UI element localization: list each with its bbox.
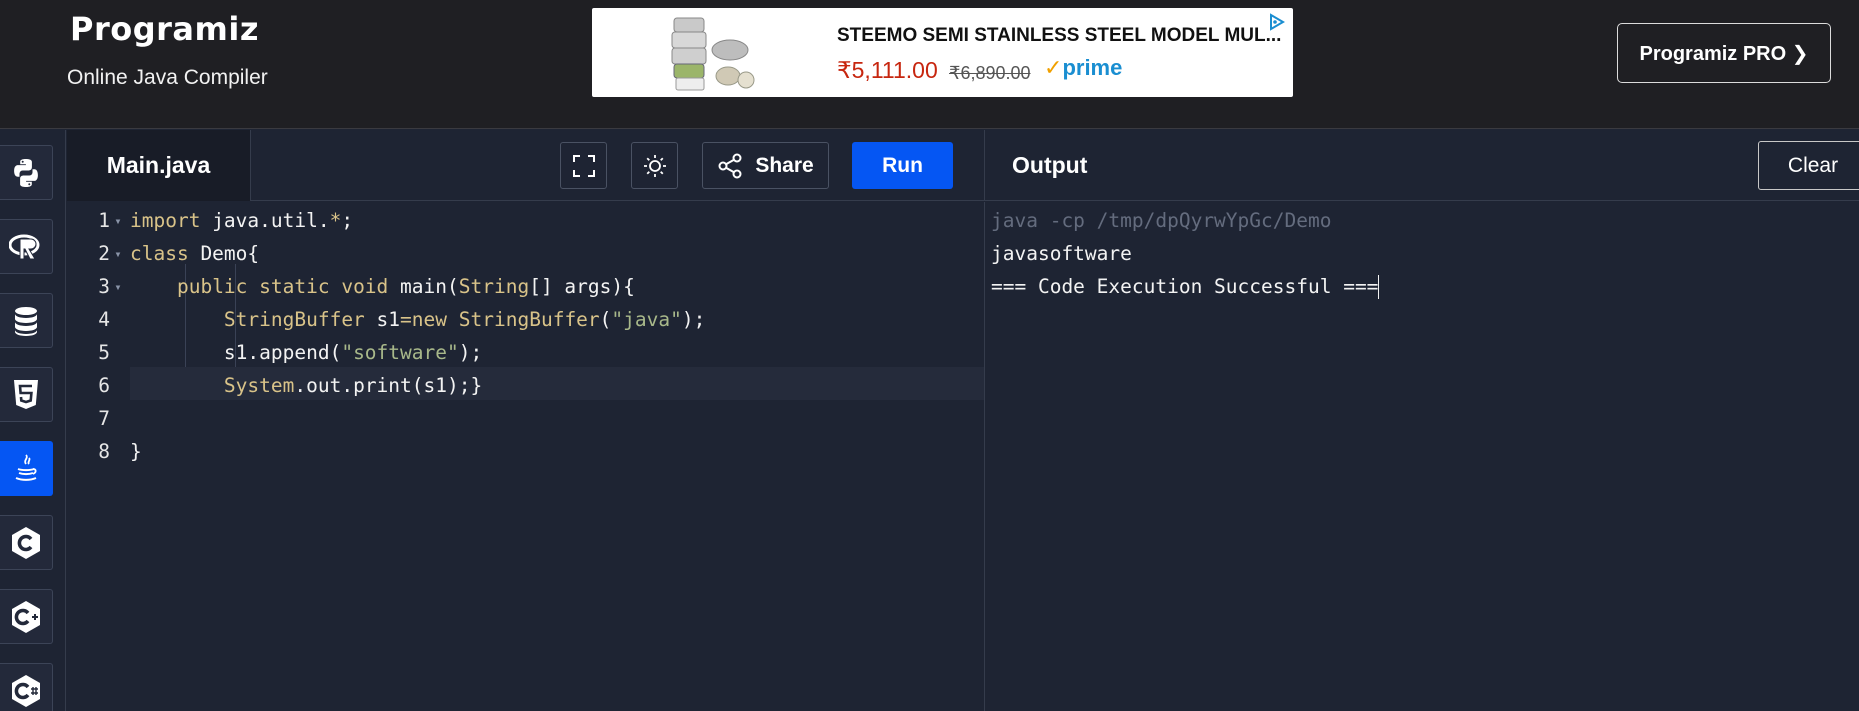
output-header: Output Clear [984,130,1859,201]
code-text: } [130,440,142,463]
code-line-8[interactable]: 8 } [67,435,984,468]
sidebar-item-python[interactable] [0,145,53,200]
code-line-7[interactable]: 7 [67,402,984,435]
line-number: 8 [98,440,110,463]
output-result-line: javasoftware [991,242,1132,265]
sidebar-item-c[interactable] [0,515,53,570]
text-cursor [1378,274,1380,299]
product-image [671,17,755,91]
code-text: System.out.print(s1);} [223,374,483,397]
java-icon [15,453,37,481]
programiz-pro-button[interactable]: Programiz PRO ❯ [1617,23,1831,83]
sidebar-item-java[interactable] [0,441,53,496]
fullscreen-button[interactable] [560,142,607,189]
code-line-6[interactable]: 6 System.out.print(s1);} [67,369,984,402]
python-icon [14,158,38,187]
top-bar: Programiz Online Java Compiler STEEMO SE… [0,0,1859,129]
prime-check-icon: ✓ [1044,55,1063,80]
html5-icon [14,379,38,409]
code-line-3[interactable]: 3 ▾ public static void main(String[] arg… [67,270,984,303]
output-status-line: === Code Execution Successful === [991,274,1380,299]
output-command-line: java -cp /tmp/dpQyrwYpGc/Demo [991,209,1332,232]
page-subtitle: Online Java Compiler [67,66,268,89]
c-language-icon [12,526,40,559]
code-line-2[interactable]: 2 ▾ class Demo{ [67,237,984,270]
r-language-icon [9,234,40,259]
share-label: Share [755,153,814,177]
ad-choices-icon[interactable] [1267,12,1287,32]
fold-arrow-icon[interactable]: ▾ [110,247,126,261]
prime-badge: ✓prime [1044,55,1122,81]
code-line-4[interactable]: 4 StringBuffer s1=new StringBuffer("java… [67,303,984,336]
file-tab-main-java[interactable]: Main.java [67,130,251,201]
code-text: s1.append("software"); [223,341,483,364]
code-text: public static void main(String[] args){ [176,275,635,298]
fold-arrow-icon[interactable]: ▾ [110,280,126,294]
sidebar-item-r[interactable] [0,219,53,274]
code-text: StringBuffer s1=new StringBuffer("java")… [223,308,706,331]
line-number: 5 [98,341,110,364]
sidebar-item-cpp[interactable] [0,589,53,644]
run-button[interactable]: Run [852,142,953,189]
share-icon [718,153,742,178]
share-button[interactable]: Share [702,142,829,189]
code-text: import java.util.*; [130,209,354,232]
line-number: 6 [98,374,110,397]
sidebar-item-csharp[interactable] [0,663,53,711]
line-number: 2 [98,242,110,265]
fold-arrow-icon[interactable]: ▾ [110,214,126,228]
advertisement-banner[interactable]: STEEMO SEMI STAINLESS STEEL MODEL MUL...… [592,8,1293,97]
theme-toggle-button[interactable] [631,142,678,189]
ad-product-title[interactable]: STEEMO SEMI STAINLESS STEEL MODEL MUL... [837,25,1281,47]
line-number: 3 [98,275,110,298]
output-console[interactable]: java -cp /tmp/dpQyrwYpGc/Demo javasoftwa… [984,202,1859,711]
cpp-icon [12,600,40,633]
prime-label: prime [1062,55,1123,80]
code-line-1[interactable]: 1 ▾ import java.util.*; [67,204,984,237]
line-number: 4 [98,308,110,331]
programiz-logo[interactable]: Programiz [70,10,259,48]
ad-price: ₹5,111.00 [837,57,938,83]
sun-icon [643,154,666,177]
code-editor[interactable]: 1 ▾ import java.util.*; 2 ▾ class Demo{ … [67,202,984,711]
editor-toolbar: Main.java Share Run [67,130,984,201]
clear-button[interactable]: Clear [1758,141,1859,190]
sidebar-item-sql[interactable] [0,293,53,348]
csharp-icon [12,674,40,707]
language-sidebar [0,130,66,711]
line-number: 7 [98,407,110,430]
fullscreen-icon [572,154,595,177]
code-text: class Demo{ [130,242,260,265]
output-title: Output [1012,152,1088,178]
code-line-5[interactable]: 5 s1.append("software"); [67,336,984,369]
line-number: 1 [98,209,110,232]
database-icon [15,306,37,336]
ad-old-price: ₹6,890.00 [949,63,1031,83]
sidebar-item-html5[interactable] [0,367,53,422]
